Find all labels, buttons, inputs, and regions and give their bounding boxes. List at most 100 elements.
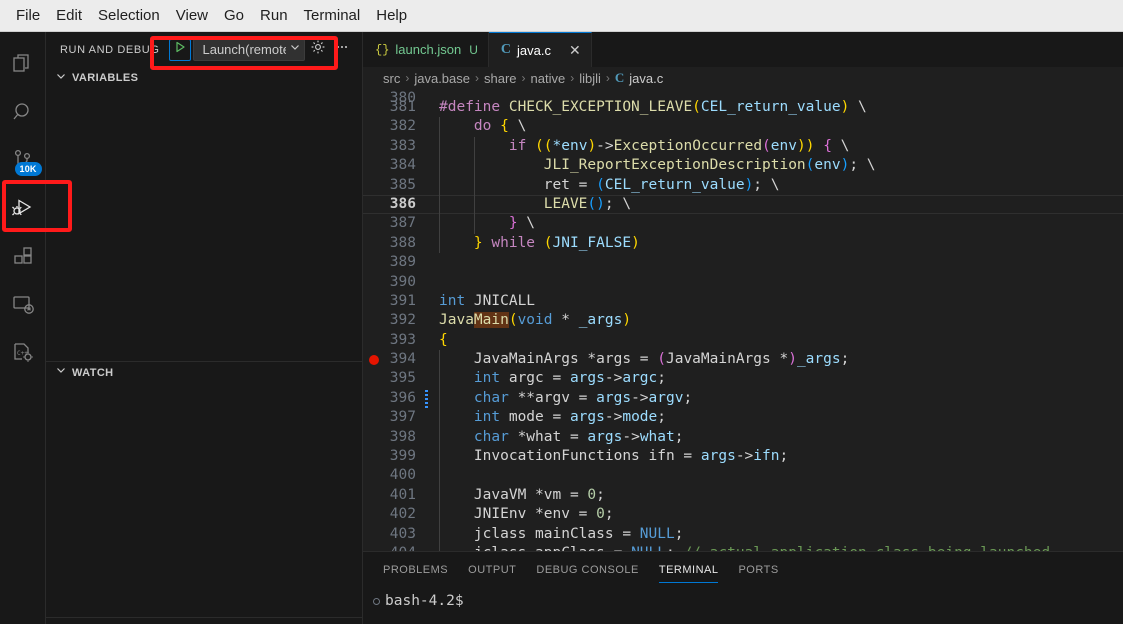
code-line[interactable]: 383 if ((*env)->ExceptionOccurred(env)) … <box>363 136 1123 157</box>
breadcrumb-item[interactable]: java.c <box>629 71 663 86</box>
code-token: **argv = <box>517 389 597 406</box>
code-line[interactable]: 401 JavaVM *vm = 0; <box>363 485 1123 506</box>
section-watch[interactable]: WATCH <box>46 361 362 383</box>
panel-tab-output[interactable]: OUTPUT <box>468 552 516 587</box>
more-actions-button[interactable] <box>331 39 353 61</box>
indent-guide <box>474 194 475 215</box>
breadcrumb-separator-icon: › <box>605 71 610 85</box>
code-token: ; <box>657 409 666 426</box>
breakpoint-icon[interactable] <box>369 355 379 366</box>
code-token: \ <box>831 137 850 154</box>
breadcrumb-item[interactable]: native <box>531 71 566 86</box>
menu-item-run[interactable]: Run <box>252 4 296 28</box>
line-number: 383 <box>389 137 416 154</box>
code-token: args <box>569 370 605 387</box>
code-token: _args <box>796 351 841 368</box>
menu-item-selection[interactable]: Selection <box>90 4 168 28</box>
code-token: JNICALL <box>473 292 536 309</box>
code-token: ; \ <box>604 195 632 212</box>
code-text: JavaVM *vm = 0; <box>439 486 605 505</box>
indent-guide <box>474 136 475 157</box>
code-text: char *what = args->what; <box>439 428 684 447</box>
cpp-gear-icon: C++ <box>11 340 35 364</box>
code-line[interactable]: 403 jclass mainClass = NULL; <box>363 524 1123 544</box>
line-number: 396 <box>363 389 439 408</box>
code-line[interactable]: 399 InvocationFunctions ifn = args->ifn; <box>363 447 1123 467</box>
code-line[interactable]: 391 int JNICALL <box>363 292 1123 311</box>
code-line[interactable]: 389 <box>363 253 1123 272</box>
svg-text:C++: C++ <box>17 350 28 357</box>
code-line[interactable]: 382 do { \ <box>363 117 1123 137</box>
debug-configuration-dropdown[interactable]: Launch(remote) <box>193 38 306 61</box>
code-line[interactable]: 397 int mode = args->mode; <box>363 408 1123 428</box>
menu-item-view[interactable]: View <box>168 4 216 28</box>
code-token: mode = <box>508 409 570 426</box>
sidebar-header: RUN AND DEBUG Launch(remote) <box>46 32 362 67</box>
indent-guide <box>439 524 440 544</box>
panel-tab-ports[interactable]: PORTS <box>738 552 778 587</box>
menu-item-terminal[interactable]: Terminal <box>296 4 369 28</box>
terminal-view[interactable]: bash-4.2$ <box>363 587 1123 609</box>
indent-guide <box>439 447 440 467</box>
code-token: do <box>439 118 501 135</box>
code-line[interactable]: 404 jclass appClass = NULL; // actual ap… <box>363 543 1123 551</box>
code-text: jclass mainClass = NULL; <box>439 525 684 544</box>
editor-tab-java-c[interactable]: C java.c ✕ <box>488 32 592 67</box>
files-icon <box>11 52 35 76</box>
breadcrumb-item[interactable]: share <box>484 71 517 86</box>
code-line[interactable]: 392 JavaMain(void * _args) <box>363 311 1123 330</box>
activity-item-extensions[interactable] <box>0 232 46 280</box>
code-line[interactable]: 387 } \ <box>363 214 1123 234</box>
code-line[interactable]: 388 } while (JNI_FALSE) <box>363 233 1123 254</box>
sidebar-title: RUN AND DEBUG <box>60 43 160 56</box>
activity-item-remote-explorer[interactable] <box>0 280 46 328</box>
activity-item-run-and-debug[interactable] <box>0 184 46 232</box>
close-icon[interactable]: ✕ <box>569 43 581 57</box>
code-line[interactable]: 398 char *what = args->what; <box>363 427 1123 448</box>
editor-tab-launch-json[interactable]: {} launch.json U <box>363 32 489 67</box>
section-variables[interactable]: VARIABLES <box>46 67 362 89</box>
panel-tab-terminal[interactable]: TERMINAL <box>658 552 719 587</box>
activity-item-search[interactable] <box>0 88 46 136</box>
code-line[interactable]: 396 char **argv = args->argv; <box>363 388 1123 409</box>
code-line[interactable]: 394 JavaMainArgs *args = (JavaMainArgs *… <box>363 350 1123 370</box>
code-line[interactable]: 381 #define CHECK_EXCEPTION_LEAVE(CEL_ret… <box>363 98 1123 117</box>
activity-item-cpp-tools[interactable]: C++ <box>0 328 46 376</box>
code-line[interactable]: 393 { <box>363 331 1123 350</box>
breadcrumb-item[interactable]: libjli <box>579 71 601 86</box>
code-line[interactable]: 400 <box>363 466 1123 486</box>
menu-item-help[interactable]: Help <box>368 4 415 28</box>
breadcrumb-item[interactable]: java.base <box>414 71 470 86</box>
code-line[interactable]: 385 ret = (CEL_return_value); \ <box>363 175 1123 195</box>
code-token: _args <box>578 312 623 329</box>
menu-bar: File Edit Selection View Go Run Terminal Help <box>0 0 1123 32</box>
code-text: int argc = args->argc; <box>439 369 666 388</box>
breadcrumb-item[interactable]: src <box>383 71 400 86</box>
panel-tab-debug-console[interactable]: DEBUG CONSOLE <box>536 552 638 587</box>
menu-item-go[interactable]: Go <box>216 4 252 28</box>
code-editor[interactable]: 380 381 #define CHECK_EXCEPTION_LEAVE(CEL_… <box>363 89 1123 551</box>
code-token: ( <box>657 351 666 368</box>
open-launch-settings-button[interactable] <box>307 39 329 61</box>
menu-item-edit[interactable]: Edit <box>48 4 90 28</box>
activity-item-explorer[interactable] <box>0 40 46 88</box>
code-line[interactable]: 386 LEAVE(); \ <box>363 194 1123 215</box>
line-number: 386 <box>389 195 416 212</box>
code-line[interactable]: 384 JLI_ReportExceptionDescription(env);… <box>363 156 1123 176</box>
menu-item-file[interactable]: File <box>8 4 48 28</box>
code-line[interactable]: 390 <box>363 273 1123 292</box>
breadcrumb-separator-icon: › <box>521 71 526 85</box>
code-line[interactable]: 380 <box>363 89 1123 106</box>
editor-tab-label: java.c <box>516 42 551 58</box>
chevron-down-icon <box>54 363 68 382</box>
activity-item-source-control[interactable]: 10K <box>0 136 46 184</box>
breadcrumb-separator-icon: › <box>405 71 410 85</box>
code-token: CEL_return_value <box>604 176 745 193</box>
code-token: CEL_return_value <box>700 99 841 115</box>
code-line[interactable]: 402 JNIEnv *env = 0; <box>363 505 1123 525</box>
code-line[interactable]: 395 int argc = args->argc; <box>363 369 1123 389</box>
panel-tab-problems[interactable]: PROBLEMS <box>383 552 448 587</box>
start-debugging-button[interactable] <box>169 38 192 61</box>
code-token: InvocationFunctions ifn = <box>439 448 701 465</box>
